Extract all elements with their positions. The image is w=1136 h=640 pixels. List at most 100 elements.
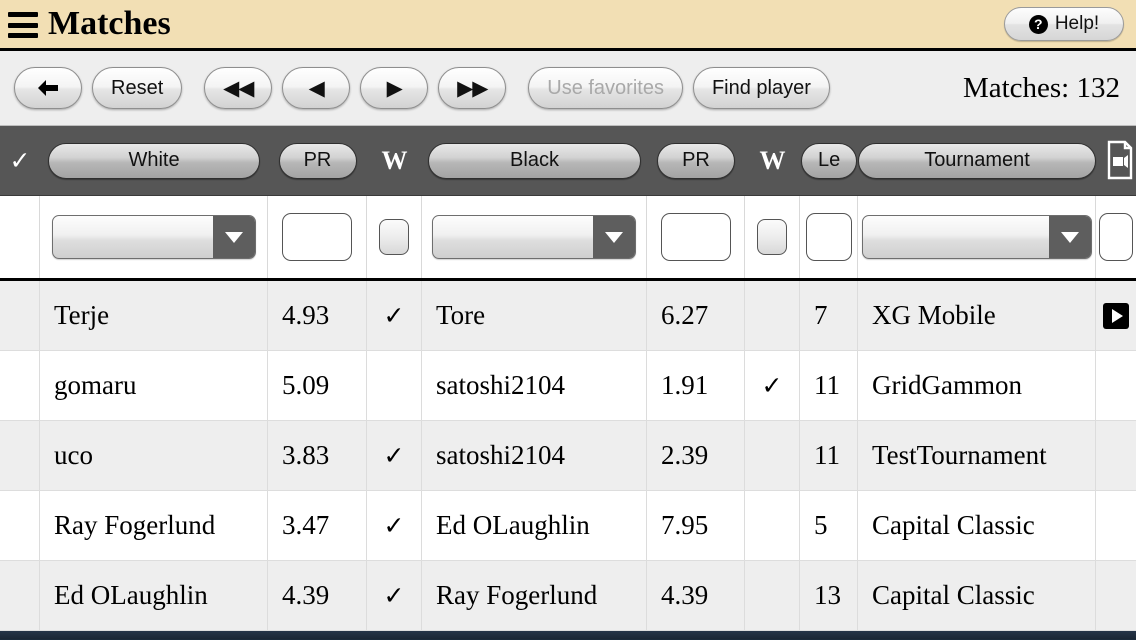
next-page-button[interactable]: ▶ [360, 67, 429, 109]
matches-table: Terje 4.93 ✓ Tore 6.27 7 XG Mobile gomar… [0, 281, 1136, 631]
prev-page-button[interactable]: ◀ [282, 67, 351, 109]
cell-black-pr: 2.39 [647, 421, 745, 490]
cell-white-w [367, 351, 422, 420]
cell-play[interactable] [1096, 421, 1136, 490]
length-sort-button[interactable]: Le [801, 142, 857, 179]
cell-black-w: ✓ [745, 351, 800, 420]
cell-white: gomaru [40, 351, 268, 420]
white-w-filter-toggle[interactable] [379, 219, 409, 255]
table-row[interactable]: Terje 4.93 ✓ Tore 6.27 7 XG Mobile [0, 281, 1136, 351]
cell-black-w [745, 491, 800, 560]
filter-black-cell [422, 196, 647, 278]
column-header-black-pr[interactable]: PR [647, 126, 745, 195]
left-triangle-icon: ◀ [308, 76, 325, 100]
column-header-black-w[interactable]: W [745, 126, 800, 195]
double-right-arrow-icon: ▶▶ [457, 76, 488, 100]
length-column-label: Le [818, 149, 841, 171]
cell-white-w: ✓ [367, 281, 422, 350]
filter-white-cell [40, 196, 268, 278]
table-row[interactable]: Ray Fogerlund 3.47 ✓ Ed OLaughlin 7.95 5… [0, 491, 1136, 561]
back-button[interactable] [14, 67, 82, 109]
last-page-button[interactable]: ▶▶ [438, 67, 507, 109]
cell-white-w: ✓ [367, 421, 422, 490]
black-filter-select[interactable] [432, 215, 636, 259]
cell-white-pr: 3.83 [268, 421, 367, 490]
filter-row [0, 196, 1136, 281]
cell-white-pr: 4.93 [268, 281, 367, 350]
use-favorites-button[interactable]: Use favorites [528, 67, 683, 109]
filter-white-w-cell [367, 196, 422, 278]
help-button[interactable]: ? Help! [1004, 7, 1124, 41]
cell-length: 5 [800, 491, 858, 560]
row-checkbox-cell[interactable] [0, 351, 40, 420]
length-filter-input[interactable] [805, 213, 852, 261]
table-row[interactable]: uco 3.83 ✓ satoshi2104 2.39 11 TestTourn… [0, 421, 1136, 491]
tournament-column-label: Tournament [924, 149, 1030, 171]
hamburger-bar [8, 33, 38, 38]
left-arrow-icon [38, 80, 58, 96]
row-checkbox-cell[interactable] [0, 561, 40, 630]
cell-black-pr: 4.39 [647, 561, 745, 630]
black-w-filter-toggle[interactable] [757, 219, 787, 255]
reset-button[interactable]: Reset [92, 67, 183, 109]
cell-black-w [745, 421, 800, 490]
column-header-white-w[interactable]: W [367, 126, 422, 195]
cell-play[interactable] [1096, 561, 1136, 630]
column-header-length[interactable]: Le [800, 126, 858, 195]
white-pr-column-label: PR [303, 149, 332, 171]
white-sort-button[interactable]: White [48, 142, 260, 179]
select-all-checkmark[interactable]: ✓ [0, 126, 40, 195]
black-sort-button[interactable]: Black [428, 142, 641, 179]
cell-black: Tore [422, 281, 647, 350]
tournament-sort-button[interactable]: Tournament [858, 142, 1096, 179]
first-page-button[interactable]: ◀◀ [204, 67, 273, 109]
hamburger-bar [8, 12, 38, 17]
cell-tournament: GridGammon [858, 351, 1096, 420]
video-file-icon[interactable] [1106, 140, 1134, 180]
double-left-arrow-icon: ◀◀ [223, 76, 254, 100]
cell-black: Ed OLaughlin [422, 491, 647, 560]
titlebar: Matches ? Help! [0, 0, 1136, 48]
cell-play[interactable] [1096, 491, 1136, 560]
row-checkbox-cell[interactable] [0, 491, 40, 560]
column-header-white[interactable]: White [40, 126, 268, 195]
column-header-tournament[interactable]: Tournament [858, 126, 1096, 195]
use-favorites-label: Use favorites [547, 76, 664, 99]
black-pr-filter-input[interactable] [660, 213, 731, 261]
extra-filter-input[interactable] [1099, 213, 1133, 261]
black-pr-sort-button[interactable]: PR [657, 142, 735, 179]
hamburger-menu-icon[interactable] [8, 12, 38, 38]
black-pr-column-label: PR [682, 149, 710, 171]
cell-black-pr: 6.27 [647, 281, 745, 350]
cell-black: satoshi2104 [422, 351, 647, 420]
white-pr-filter-input[interactable] [282, 213, 352, 261]
filter-white-pr-cell [268, 196, 367, 278]
white-column-label: White [128, 149, 180, 171]
column-header-white-pr[interactable]: PR [268, 126, 367, 195]
filter-tournament-cell [858, 196, 1096, 278]
play-icon[interactable] [1103, 302, 1129, 329]
table-row[interactable]: Ed OLaughlin 4.39 ✓ Ray Fogerlund 4.39 1… [0, 561, 1136, 631]
black-filter-value [433, 216, 593, 258]
white-pr-sort-button[interactable]: PR [278, 142, 357, 179]
find-player-button[interactable]: Find player [692, 67, 830, 109]
white-filter-select[interactable] [51, 215, 256, 259]
hamburger-bar [8, 22, 38, 28]
chevron-down-icon[interactable] [1048, 216, 1091, 258]
chevron-down-icon[interactable] [593, 216, 635, 258]
column-header-black[interactable]: Black [422, 126, 647, 195]
cell-white-w: ✓ [367, 491, 422, 560]
table-row[interactable]: gomaru 5.09 satoshi2104 1.91 ✓ 11 GridGa… [0, 351, 1136, 421]
cell-length: 11 [800, 421, 858, 490]
row-checkbox-cell[interactable] [0, 281, 40, 350]
tournament-filter-select[interactable] [861, 215, 1092, 259]
right-triangle-icon: ▶ [386, 76, 403, 100]
cell-black-pr: 1.91 [647, 351, 745, 420]
cell-white-pr: 4.39 [268, 561, 367, 630]
cell-play[interactable] [1096, 281, 1136, 350]
cell-black-w [745, 561, 800, 630]
cell-play[interactable] [1096, 351, 1136, 420]
chevron-down-icon[interactable] [212, 216, 255, 258]
reset-button-label: Reset [111, 76, 164, 99]
row-checkbox-cell[interactable] [0, 421, 40, 490]
